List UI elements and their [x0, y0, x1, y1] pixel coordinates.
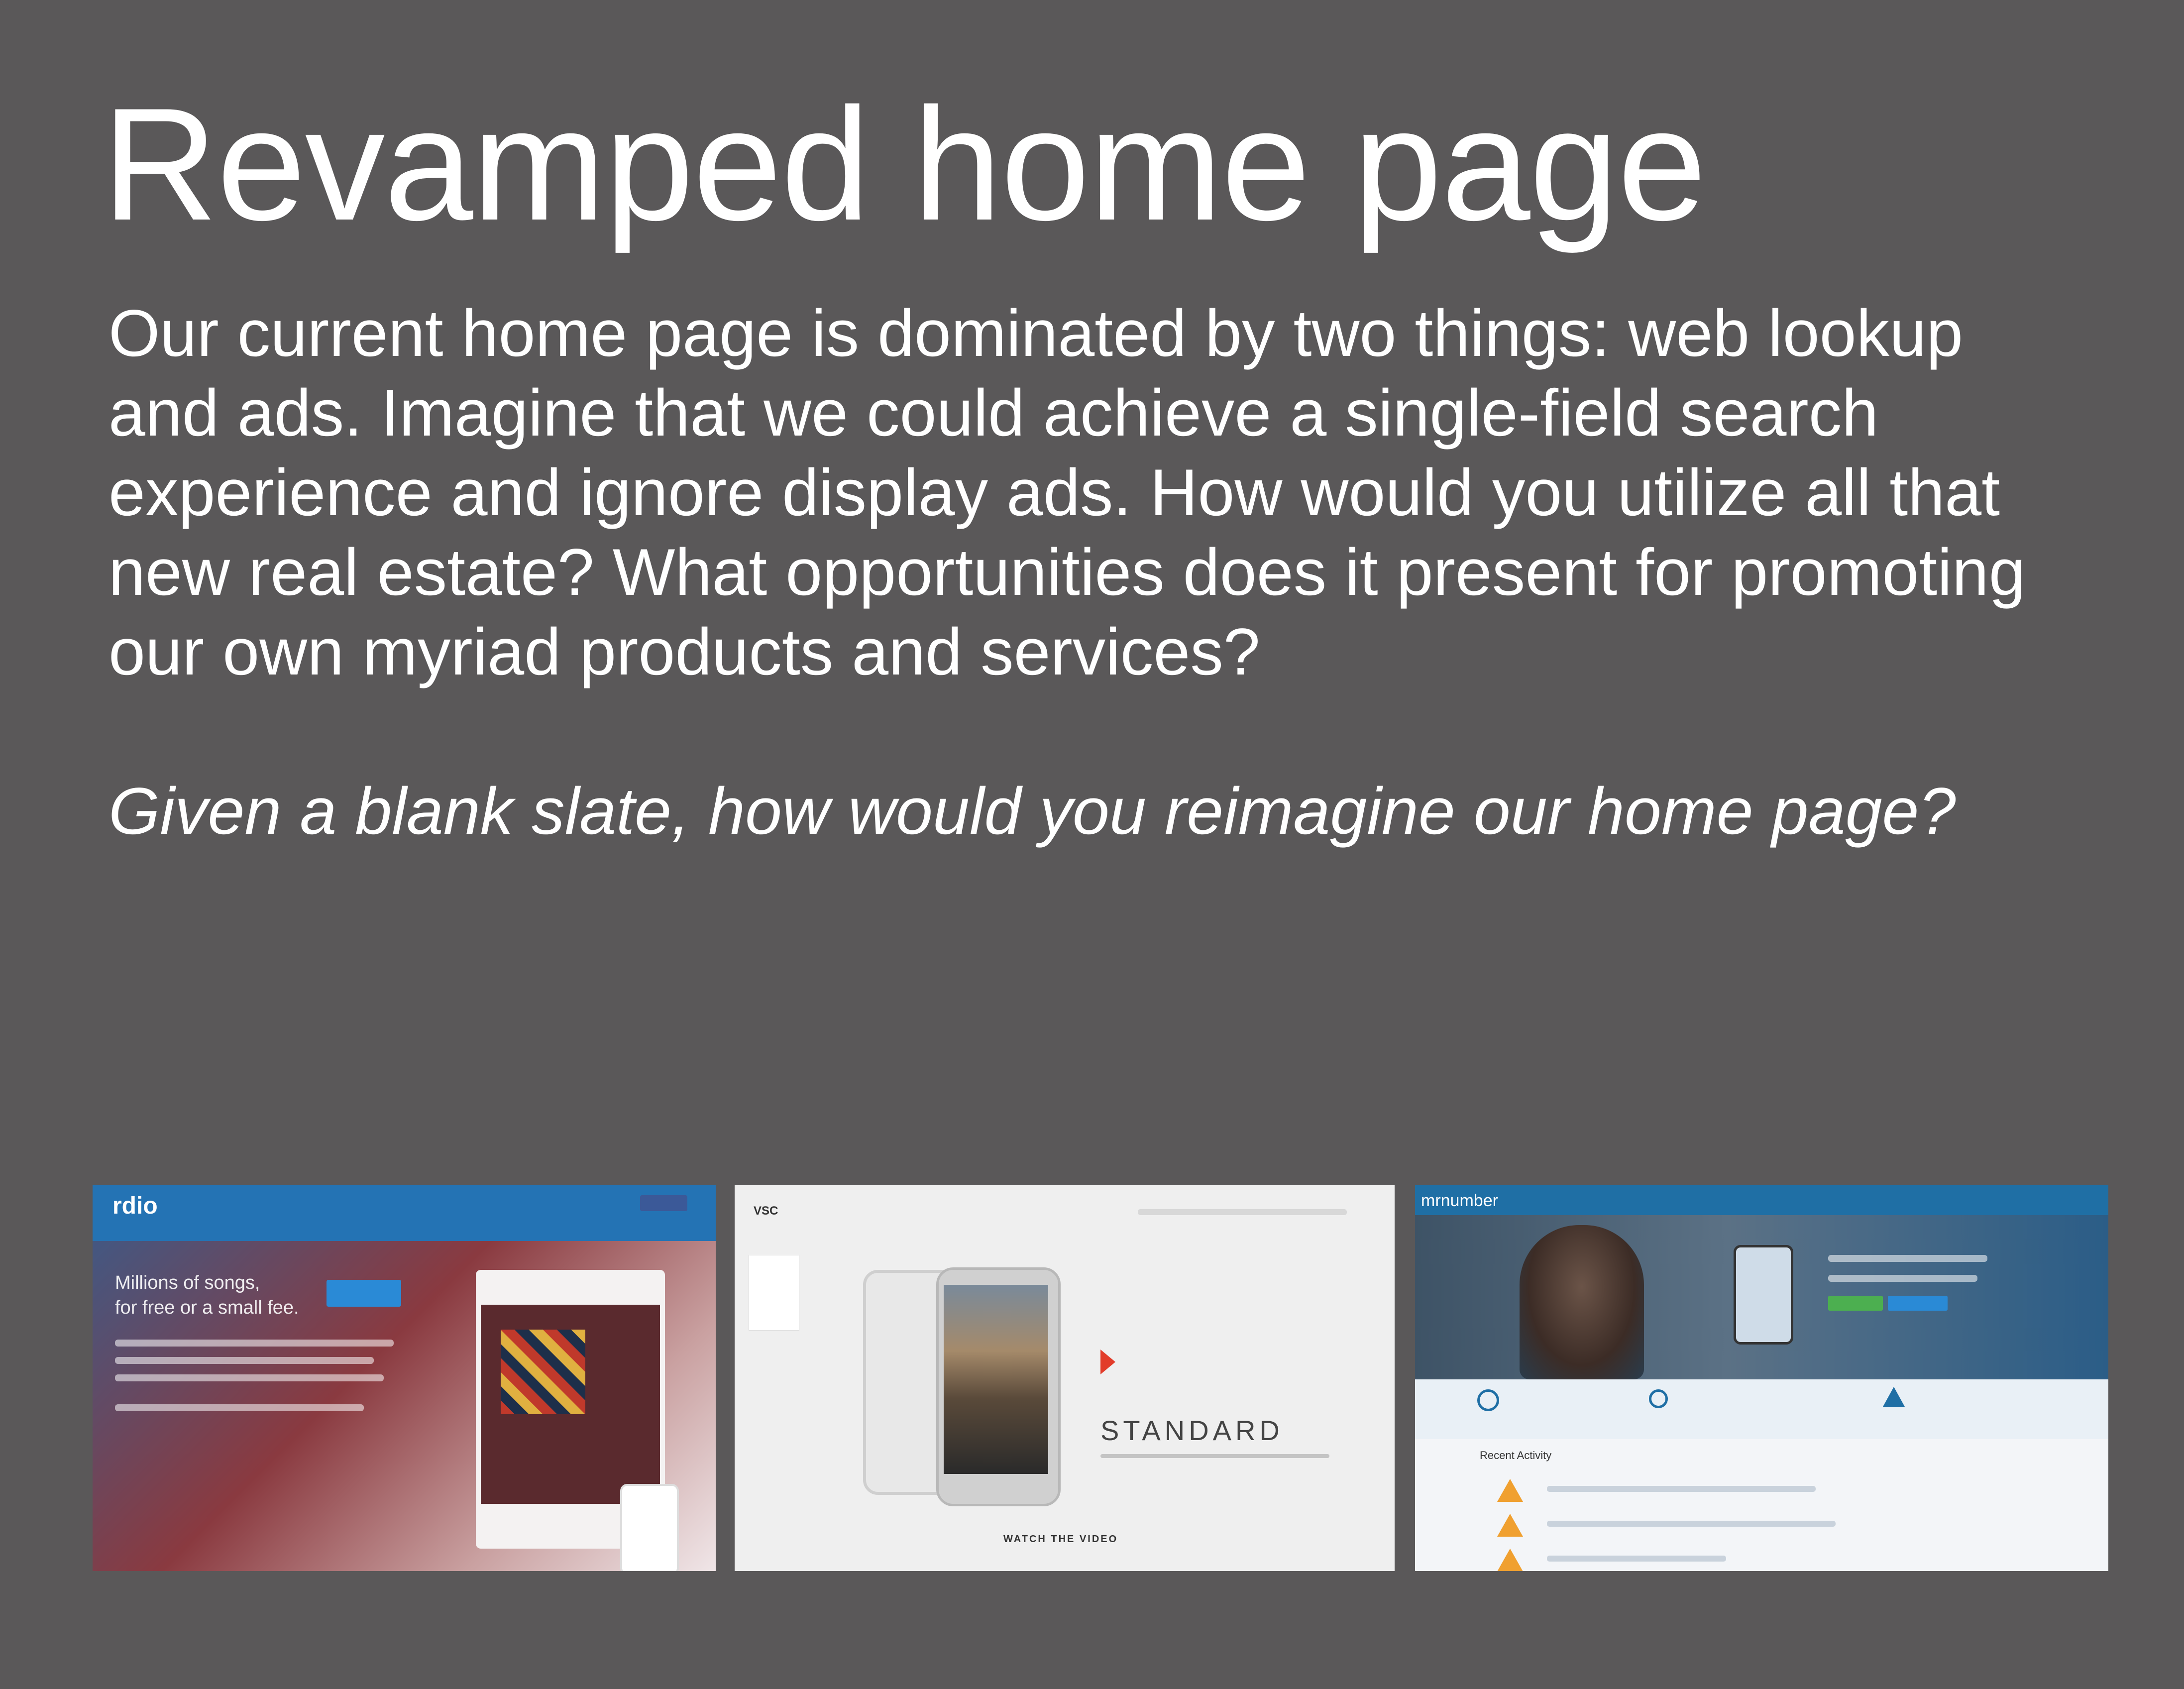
mrnumber-screenshot: mrnumber Recent Activity	[1415, 1185, 2108, 1571]
download-button-shape	[1828, 1296, 1883, 1311]
rdio-cta-shape	[327, 1280, 401, 1307]
album-cover	[501, 1330, 585, 1414]
mrnumber-header	[1415, 1185, 2108, 1215]
vsco-cta: WATCH THE VIDEO	[1003, 1534, 1118, 1545]
person-photo	[1520, 1225, 1644, 1379]
mrnumber-logo: mrnumber	[1421, 1191, 1498, 1210]
phone-mockup	[620, 1484, 679, 1571]
vsco-logo: VSC	[754, 1204, 778, 1218]
body-line: experience and ignore display ads. How w…	[109, 456, 2000, 530]
rdio-logo: rdio	[112, 1193, 158, 1219]
alert-icon	[1497, 1549, 1523, 1571]
rdio-screenshot: rdio Millions of songs, for free or a sm…	[93, 1185, 716, 1571]
rdio-headline-2: for free or a small fee.	[115, 1297, 299, 1318]
body-line: new real estate? What opportunities does…	[109, 536, 2026, 609]
facebook-button-shape	[640, 1195, 687, 1211]
phone-in-hand	[1734, 1245, 1793, 1345]
vsco-nav	[1138, 1209, 1347, 1215]
alert-icon	[1497, 1479, 1523, 1502]
block-icon	[1477, 1389, 1499, 1411]
body-line: our own myriad products and services?	[109, 615, 1260, 689]
photo-grid	[944, 1285, 1048, 1474]
vsco-side-menu	[749, 1255, 799, 1331]
vsco-screenshot: VSC STANDARD WATCH THE VIDEO	[735, 1185, 1395, 1571]
body-line: Our current home page is dominated by tw…	[109, 297, 1964, 370]
slide-body: Our current home page is dominated by tw…	[109, 294, 2119, 692]
rdio-headline-1: Millions of songs,	[115, 1272, 260, 1293]
slide-question: Given a blank slate, how would you reima…	[109, 775, 1956, 848]
alert-icon	[1497, 1514, 1523, 1537]
search-icon	[1649, 1389, 1668, 1408]
warning-icon	[1883, 1387, 1905, 1407]
vsco-brand: STANDARD	[1100, 1415, 1284, 1446]
rdio-header	[93, 1185, 716, 1241]
feature-row	[1415, 1379, 2108, 1439]
vsco-mark-icon	[1100, 1350, 1115, 1374]
slide-title: Revamped home page	[102, 75, 1707, 254]
body-line: and ads. Imagine that we could achieve a…	[109, 376, 1879, 450]
recent-activity-heading: Recent Activity	[1480, 1449, 1552, 1462]
download-button-shape-2	[1888, 1296, 1948, 1311]
